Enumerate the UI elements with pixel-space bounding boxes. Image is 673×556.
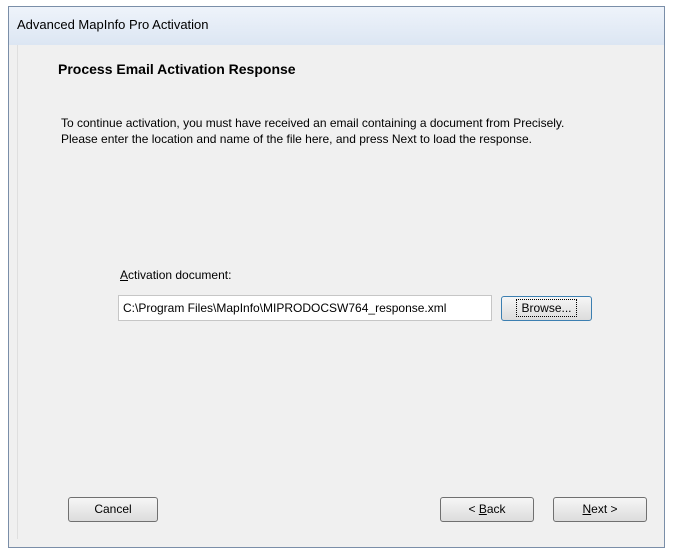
label-accelerator: A (120, 268, 129, 282)
window-title: Advanced MapInfo Pro Activation (17, 17, 209, 32)
cancel-button-label: Cancel (94, 502, 132, 516)
instructions-line-2: Please enter the location and name of th… (61, 132, 532, 146)
back-button-label: < Back (464, 501, 509, 517)
instructions-text: To continue activation, you must have re… (61, 115, 651, 147)
dialog-content: Process Email Activation Response To con… (17, 45, 656, 539)
page-title: Process Email Activation Response (58, 61, 296, 77)
back-prefix: < (468, 502, 479, 516)
cancel-button[interactable]: Cancel (68, 497, 158, 522)
next-rest: ext > (591, 502, 618, 516)
activation-document-label: Activation document: (120, 268, 231, 282)
label-rest: ctivation document: (128, 268, 232, 282)
browse-button-label: Browse... (516, 299, 577, 317)
next-button[interactable]: Next > (553, 497, 647, 522)
back-accelerator: B (478, 502, 487, 516)
back-rest: ack (486, 502, 506, 516)
browse-button[interactable]: Browse... (501, 296, 592, 321)
title-bar: Advanced MapInfo Pro Activation (9, 7, 664, 45)
activation-document-input[interactable] (118, 295, 492, 321)
next-accelerator: N (582, 502, 592, 516)
back-button[interactable]: < Back (440, 497, 534, 522)
instructions-line-1: To continue activation, you must have re… (61, 116, 565, 130)
activation-dialog: Advanced MapInfo Pro Activation Process … (8, 6, 665, 548)
next-button-label: Next > (578, 501, 621, 517)
